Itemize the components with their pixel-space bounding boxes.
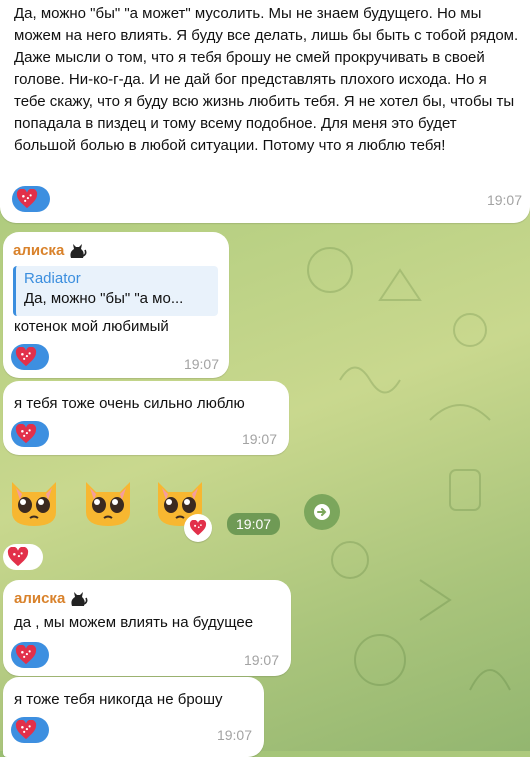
reaction-heart[interactable]: [11, 642, 49, 668]
heart-icon: [15, 424, 37, 444]
message-time: 19:07: [227, 513, 281, 535]
message-bubble[interactable]: я тоже тебя никогда не брошу 19:07: [3, 677, 264, 757]
cat-icon: [70, 244, 87, 258]
message-bubble[interactable]: алиска да , мы можем влиять на будущее 1…: [3, 580, 291, 676]
sender-name: алиска: [13, 240, 219, 260]
reply-quote[interactable]: Radiator Да, можно "бы" "а мо...: [13, 266, 218, 316]
message-text: я тоже тебя никогда не брошу: [14, 691, 223, 708]
message-bubble[interactable]: алиска Radiator Да, можно "бы" "а мо... …: [3, 232, 229, 378]
heart-icon: [15, 347, 37, 367]
message-bubble[interactable]: я тебя тоже очень сильно люблю 19:07: [3, 381, 289, 455]
pleading-cat-emoji: [86, 482, 130, 526]
reaction-heart[interactable]: [3, 544, 43, 570]
reaction-heart[interactable]: [184, 514, 212, 542]
message-time: 19:07: [241, 431, 277, 447]
heart-icon: [15, 645, 37, 665]
heart-icon: [16, 189, 38, 209]
reply-snippet: Да, можно "бы" "а мо...: [24, 290, 184, 307]
sender-label: алиска: [14, 589, 66, 607]
cat-icon: [71, 592, 88, 606]
heart-icon: [7, 547, 29, 567]
reaction-heart[interactable]: [11, 421, 49, 447]
message-text: я тебя тоже очень сильно люблю: [14, 395, 245, 412]
sender-label: алиска: [13, 241, 65, 259]
message-time: 19:07: [216, 727, 252, 743]
reaction-heart[interactable]: [11, 344, 49, 370]
message-text: Да, можно "бы" "а может" мусолить. Мы не…: [14, 5, 519, 154]
heart-icon: [15, 720, 37, 740]
reaction-heart[interactable]: [12, 186, 50, 212]
message-text: котенок мой любимый: [14, 318, 169, 335]
reaction-heart[interactable]: [11, 717, 49, 743]
heart-icon: [189, 520, 207, 536]
forward-button[interactable]: [304, 494, 340, 530]
message-time: 19:07: [486, 192, 522, 208]
pleading-cat-emoji: [12, 482, 56, 526]
message-time: 19:07: [243, 652, 279, 668]
sender-name: алиска: [14, 588, 280, 608]
forward-arrow-icon: [314, 504, 330, 520]
message-time: 19:07: [183, 356, 219, 372]
reply-author: Radiator: [24, 270, 81, 287]
message-text: да , мы можем влиять на будущее: [14, 614, 254, 631]
message-bubble[interactable]: Да, можно "бы" "а может" мусолить. Мы не…: [0, 0, 530, 223]
